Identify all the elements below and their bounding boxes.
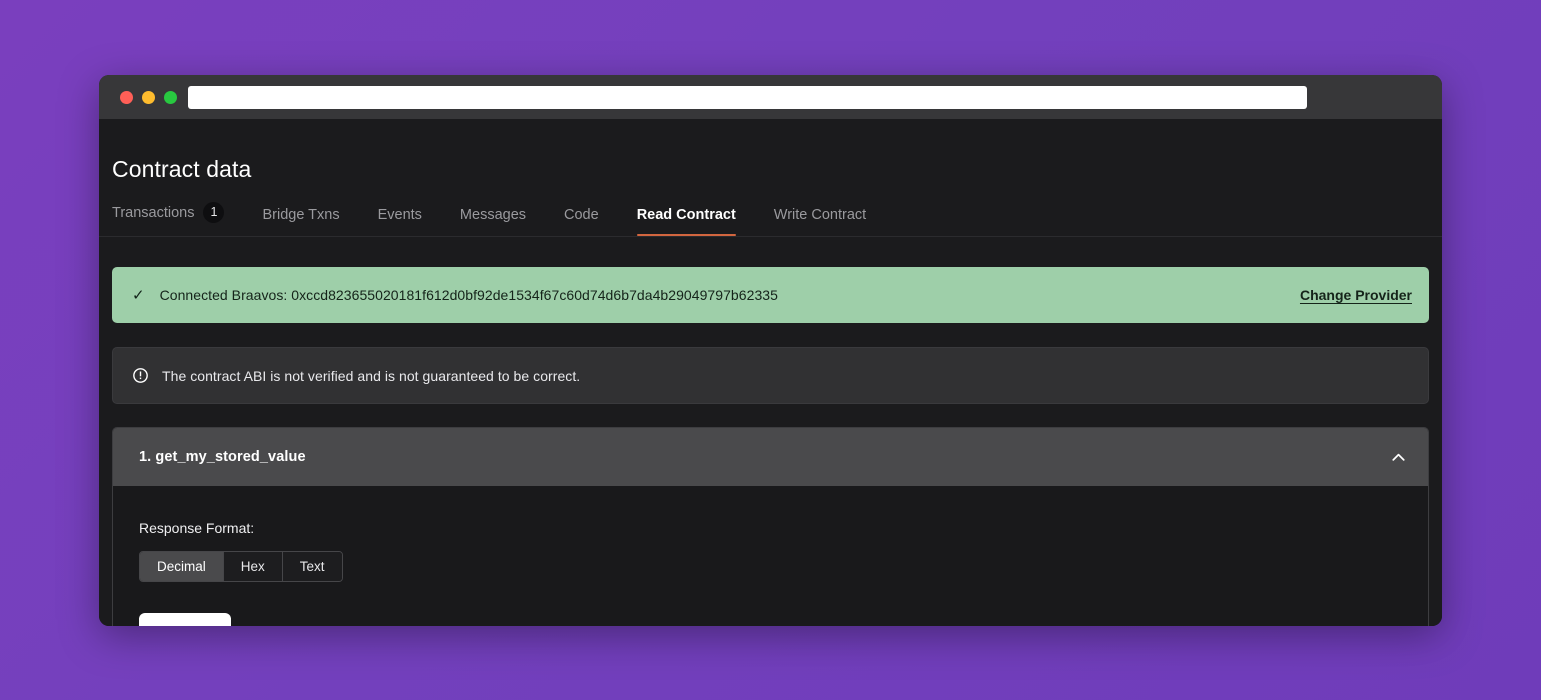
tab-bridge-txns-label: Bridge Txns	[262, 207, 339, 223]
abi-warning-text: The contract ABI is not verified and is …	[162, 368, 580, 384]
tab-transactions-label: Transactions	[112, 205, 194, 221]
tab-transactions-badge: 1	[203, 202, 224, 223]
function-name: 1. get_my_stored_value	[139, 449, 306, 465]
url-input[interactable]	[188, 86, 1307, 109]
page-title: Contract data	[99, 119, 1442, 181]
window-controls	[120, 91, 177, 104]
format-option-decimal[interactable]: Decimal	[140, 552, 224, 581]
connected-provider-text: Connected Braavos: 0xccd823655020181f612…	[160, 287, 1300, 303]
connected-provider-banner: ✓ Connected Braavos: 0xccd823655020181f6…	[112, 267, 1429, 323]
browser-titlebar	[99, 75, 1442, 119]
tab-messages[interactable]: Messages	[460, 207, 544, 236]
function-accordion-header[interactable]: 1. get_my_stored_value	[113, 428, 1428, 486]
response-format-label: Response Format:	[139, 520, 1402, 536]
minimize-window-button[interactable]	[142, 91, 155, 104]
tab-events[interactable]: Events	[378, 207, 440, 236]
tab-code[interactable]: Code	[564, 207, 617, 236]
tab-read-contract[interactable]: Read Contract	[637, 207, 754, 236]
function-accordion-body: Response Format: Decimal Hex Text Query	[113, 486, 1428, 626]
tab-messages-label: Messages	[460, 207, 526, 223]
tab-code-label: Code	[564, 207, 599, 223]
format-option-text[interactable]: Text	[283, 552, 342, 581]
tab-events-label: Events	[378, 207, 422, 223]
chevron-up-icon[interactable]	[1389, 448, 1408, 467]
tab-bridge-txns[interactable]: Bridge Txns	[262, 207, 357, 236]
tab-read-contract-label: Read Contract	[637, 207, 736, 223]
browser-window: Contract data Transactions 1 Bridge Txns…	[99, 75, 1442, 626]
alert-circle-icon	[133, 368, 148, 383]
main-content: ✓ Connected Braavos: 0xccd823655020181f6…	[99, 267, 1442, 626]
format-option-hex[interactable]: Hex	[224, 552, 283, 581]
tab-write-contract-label: Write Contract	[774, 207, 866, 223]
tab-transactions[interactable]: Transactions 1	[112, 202, 242, 236]
page-content: Contract data Transactions 1 Bridge Txns…	[99, 119, 1442, 626]
close-window-button[interactable]	[120, 91, 133, 104]
function-accordion: 1. get_my_stored_value Response Format: …	[112, 427, 1429, 626]
check-icon: ✓	[132, 288, 145, 303]
maximize-window-button[interactable]	[164, 91, 177, 104]
tab-write-contract[interactable]: Write Contract	[774, 207, 884, 236]
abi-warning-banner: The contract ABI is not verified and is …	[112, 347, 1429, 404]
tab-bar-divider	[99, 236, 1442, 237]
change-provider-link[interactable]: Change Provider	[1300, 287, 1412, 303]
response-format-segmented-control: Decimal Hex Text	[139, 551, 343, 582]
tab-bar: Transactions 1 Bridge Txns Events Messag…	[99, 202, 1442, 236]
query-button[interactable]: Query	[139, 613, 231, 626]
